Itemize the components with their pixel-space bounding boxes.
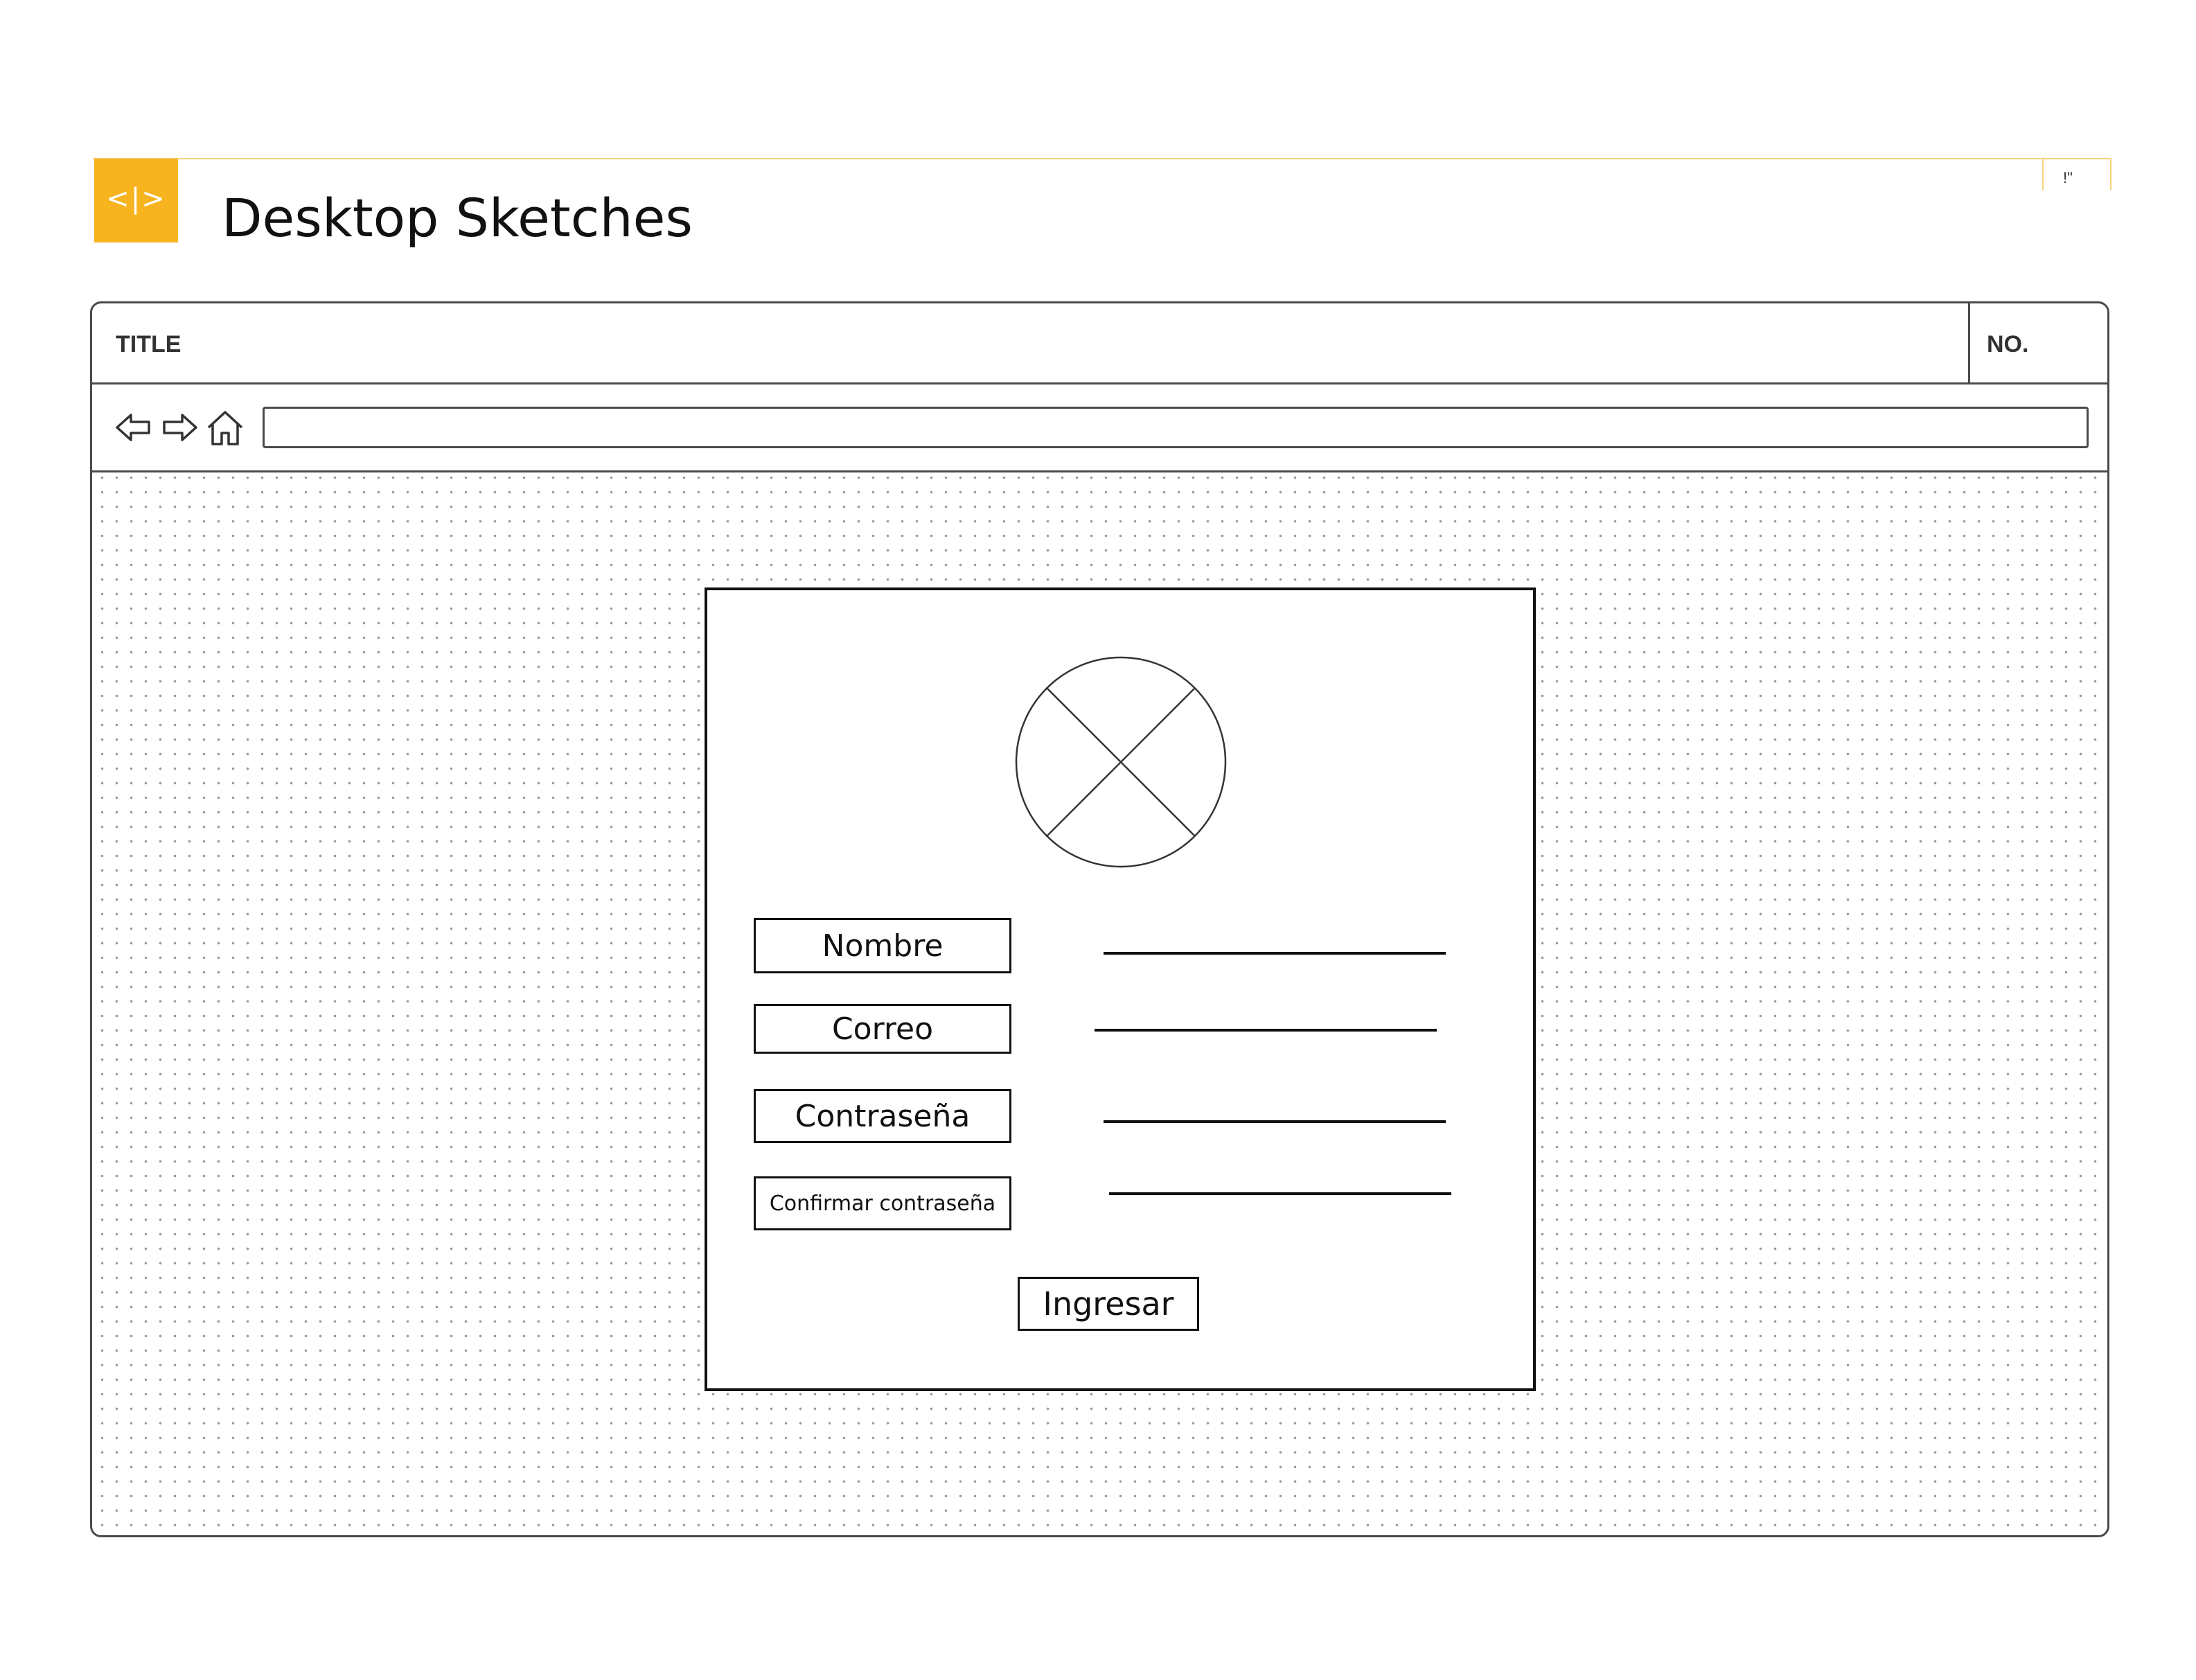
title-label: TITLE xyxy=(116,331,181,357)
browser-nav-bar xyxy=(92,384,2107,472)
correo-label: Correo xyxy=(754,1004,1011,1054)
header-rule xyxy=(93,158,2111,159)
contrasena-input[interactable] xyxy=(1104,1120,1446,1123)
contrasena-label: Contraseña xyxy=(754,1089,1011,1143)
code-brackets-icon: <|> xyxy=(106,182,166,215)
title-divider xyxy=(1968,303,1970,382)
page-title: Desktop Sketches xyxy=(222,187,693,249)
nombre-label: Nombre xyxy=(754,918,1011,973)
register-card: Nombre Correo Contraseña Confirmar contr… xyxy=(705,587,1536,1391)
correo-input[interactable] xyxy=(1095,1029,1437,1032)
ingresar-button[interactable]: Ingresar xyxy=(1018,1277,1199,1331)
sketch-page: !" <|> Desktop Sketches TITLE NO. Nombre… xyxy=(0,0,2196,1680)
image-placeholder-icon xyxy=(1015,656,1227,868)
nombre-input[interactable] xyxy=(1104,952,1446,955)
back-arrow-icon[interactable] xyxy=(113,407,154,448)
logo: <|> xyxy=(94,159,178,242)
confirmar-contrasena-input[interactable] xyxy=(1109,1192,1451,1195)
browser-window: TITLE NO. Nombre Correo Contraseña Confi… xyxy=(90,301,2109,1537)
address-bar[interactable] xyxy=(263,407,2089,448)
dotted-canvas: Nombre Correo Contraseña Confirmar contr… xyxy=(92,472,2107,1535)
forward-arrow-icon[interactable] xyxy=(159,407,200,448)
page-number-mark: !" xyxy=(2063,169,2073,186)
confirmar-contrasena-label: Confirmar contraseña xyxy=(754,1176,1011,1230)
number-label: NO. xyxy=(1987,331,2029,357)
browser-title-bar: TITLE NO. xyxy=(92,303,2107,384)
home-icon[interactable] xyxy=(204,407,246,448)
page-number-box xyxy=(2042,158,2111,190)
